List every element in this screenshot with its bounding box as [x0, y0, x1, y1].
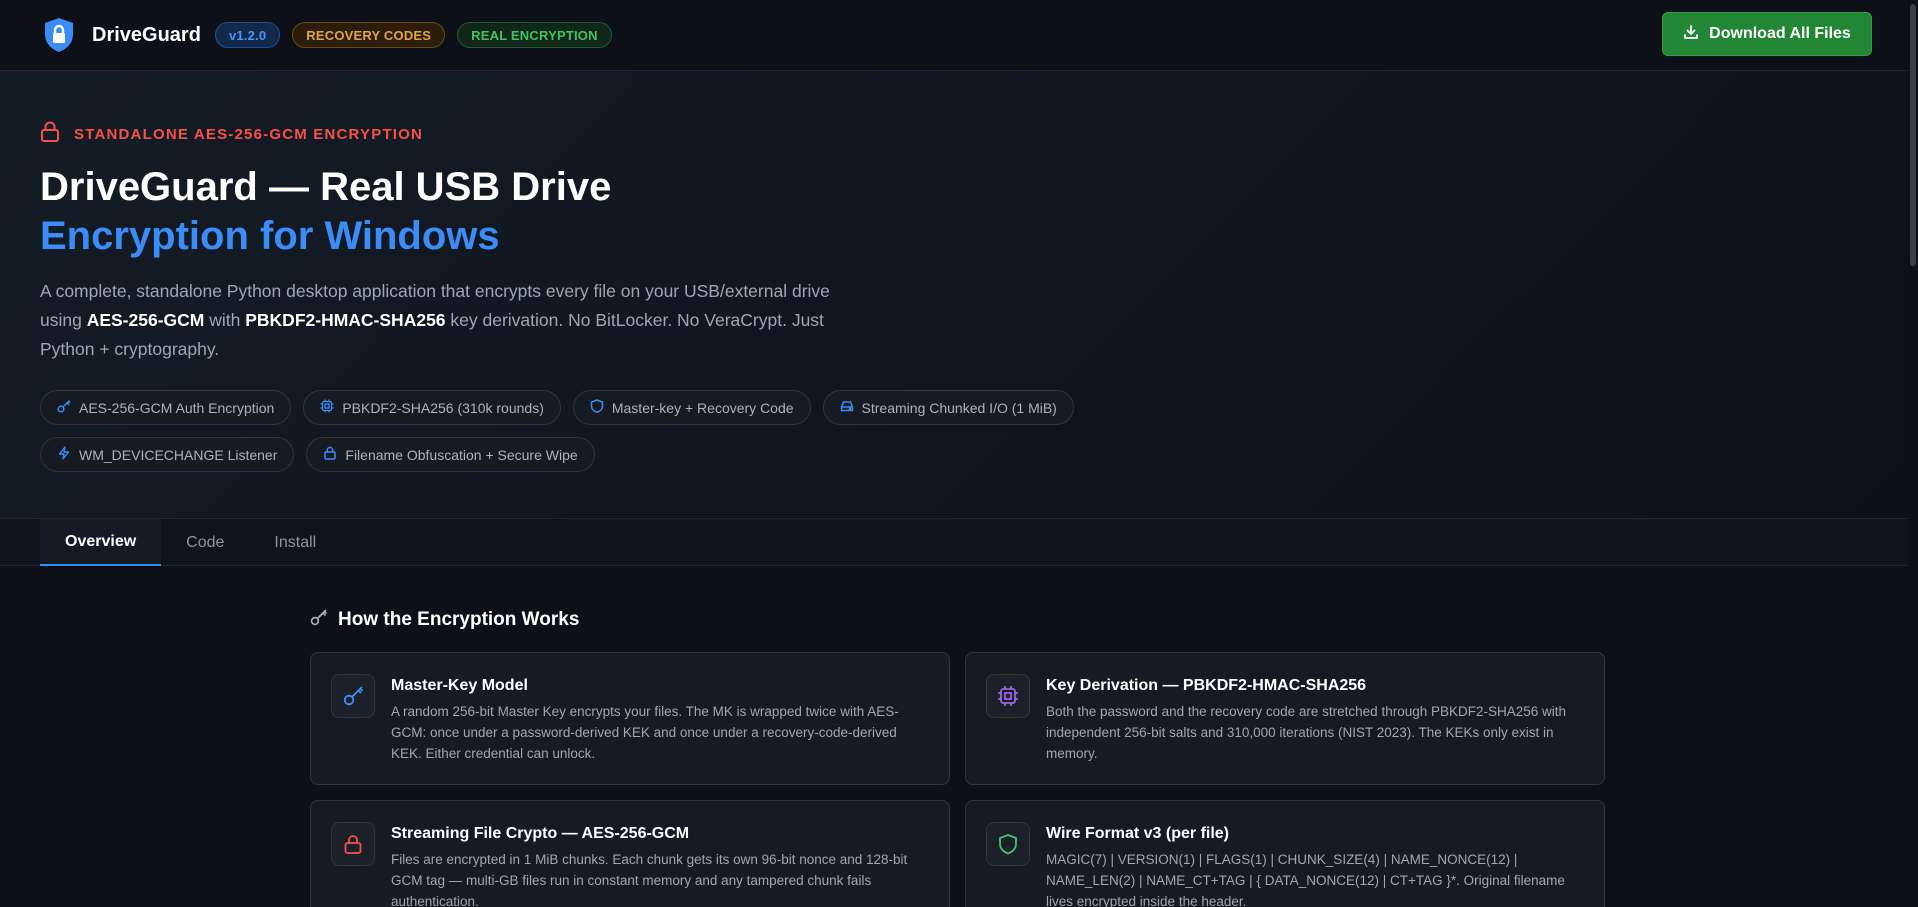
shield-icon [986, 822, 1030, 866]
real-encryption-badge: REAL ENCRYPTION [457, 22, 612, 48]
chip-row: AES-256-GCM Auth Encryption PBKDF2-SHA25… [40, 390, 1140, 425]
feature-chip-label: AES-256-GCM Auth Encryption [79, 399, 275, 416]
key-icon [57, 399, 71, 416]
card-text: Both the password and the recovery code … [1046, 704, 1567, 761]
recovery-codes-badge: RECOVERY CODES [292, 22, 446, 48]
shield-icon [590, 399, 604, 416]
feature-chip: Master-key + Recovery Code [572, 390, 811, 425]
feature-chip-label: PBKDF2-SHA256 (310k rounds) [342, 399, 544, 416]
overview-panel: How the Encryption Works Master-Key Mode… [0, 566, 1918, 907]
lightning-icon [57, 446, 71, 463]
feature-chip: AES-256-GCM Auth Encryption [40, 390, 292, 425]
feature-chip-label: Filename Obfuscation + Secure Wipe [345, 446, 578, 463]
lock-icon [331, 822, 375, 866]
feature-chip: Filename Obfuscation + Secure Wipe [306, 437, 595, 472]
hero-desc-bold1: AES-256-GCM [86, 310, 205, 330]
feature-chip: Streaming Chunked I/O (1 MiB) [822, 390, 1074, 425]
tab-install[interactable]: Install [249, 519, 341, 566]
lock-icon [323, 446, 337, 463]
info-card: Wire Format v3 (per file) MAGIC(7) | VER… [965, 800, 1605, 907]
lock-icon [40, 121, 60, 147]
cpu-icon [320, 399, 334, 416]
card-title: Master-Key Model [391, 677, 528, 694]
scrollbar-thumb[interactable] [1910, 4, 1916, 266]
version-badge: v1.2.0 [214, 22, 281, 48]
download-all-label: Download All Files [1709, 25, 1851, 42]
section-title-label: How the Encryption Works [338, 609, 580, 630]
drive-icon [840, 399, 854, 416]
feature-chip: PBKDF2-SHA256 (310k rounds) [303, 390, 561, 425]
info-card: Master-Key Model A random 256-bit Master… [310, 652, 950, 785]
download-icon [1683, 24, 1699, 45]
hero-desc-bold2: PBKDF2-HMAC-SHA256 [245, 310, 446, 330]
hero-eyebrow-label: STANDALONE AES-256-GCM ENCRYPTION [74, 125, 424, 143]
shield-lock-logo-icon [40, 16, 78, 54]
hero-title: DriveGuard — Real USB Drive Encryption f… [40, 163, 940, 261]
brand-name: DriveGuard [92, 23, 201, 46]
info-card: Key Derivation — PBKDF2-HMAC-SHA256 Both… [965, 652, 1605, 785]
hero-eyebrow: STANDALONE AES-256-GCM ENCRYPTION [40, 121, 423, 147]
tab-overview[interactable]: Overview [40, 519, 162, 566]
tab-code[interactable]: Code [161, 519, 249, 566]
hero-title-line2: Encryption for Windows [40, 214, 500, 258]
card-text: MAGIC(7) | VERSION(1) | FLAGS(1) | CHUNK… [1046, 852, 1565, 907]
hero-description: A complete, standalone Python desktop ap… [40, 277, 860, 364]
feature-chip-label: WM_DEVICECHANGE Listener [79, 446, 278, 463]
card-title: Key Derivation — PBKDF2-HMAC-SHA256 [1046, 677, 1367, 694]
hero-desc-part2: with [204, 310, 246, 330]
tab-bar: Overview Code Install [0, 518, 1918, 566]
chip-row: WM_DEVICECHANGE Listener Filename Obfusc… [40, 437, 1140, 472]
info-card: Streaming File Crypto — AES-256-GCM File… [310, 800, 950, 907]
feature-chip-label: Streaming Chunked I/O (1 MiB) [861, 399, 1057, 416]
feature-chips: AES-256-GCM Auth Encryption PBKDF2-SHA25… [40, 390, 1140, 484]
download-all-button[interactable]: Download All Files [1662, 12, 1872, 56]
hero-section: STANDALONE AES-256-GCM ENCRYPTION DriveG… [0, 71, 1918, 518]
page: DriveGuard v1.2.0 RECOVERY CODES REAL EN… [0, 0, 1918, 907]
card-title: Wire Format v3 (per file) [1046, 825, 1230, 842]
top-bar: DriveGuard v1.2.0 RECOVERY CODES REAL EN… [0, 0, 1918, 71]
feature-chip-label: Master-key + Recovery Code [611, 399, 794, 416]
hero-title-line1: DriveGuard — Real USB Drive [40, 165, 612, 209]
section-title: How the Encryption Works [310, 608, 579, 632]
key-icon [331, 674, 375, 718]
card-text: A random 256-bit Master Key encrypts you… [391, 704, 899, 761]
cpu-icon [986, 674, 1030, 718]
feature-chip: WM_DEVICECHANGE Listener [40, 437, 295, 472]
key-icon [310, 608, 328, 632]
card-title: Streaming File Crypto — AES-256-GCM [391, 825, 690, 842]
page-scrollbar[interactable] [1908, 0, 1918, 907]
card-text: Files are encrypted in 1 MiB chunks. Eac… [391, 852, 908, 907]
